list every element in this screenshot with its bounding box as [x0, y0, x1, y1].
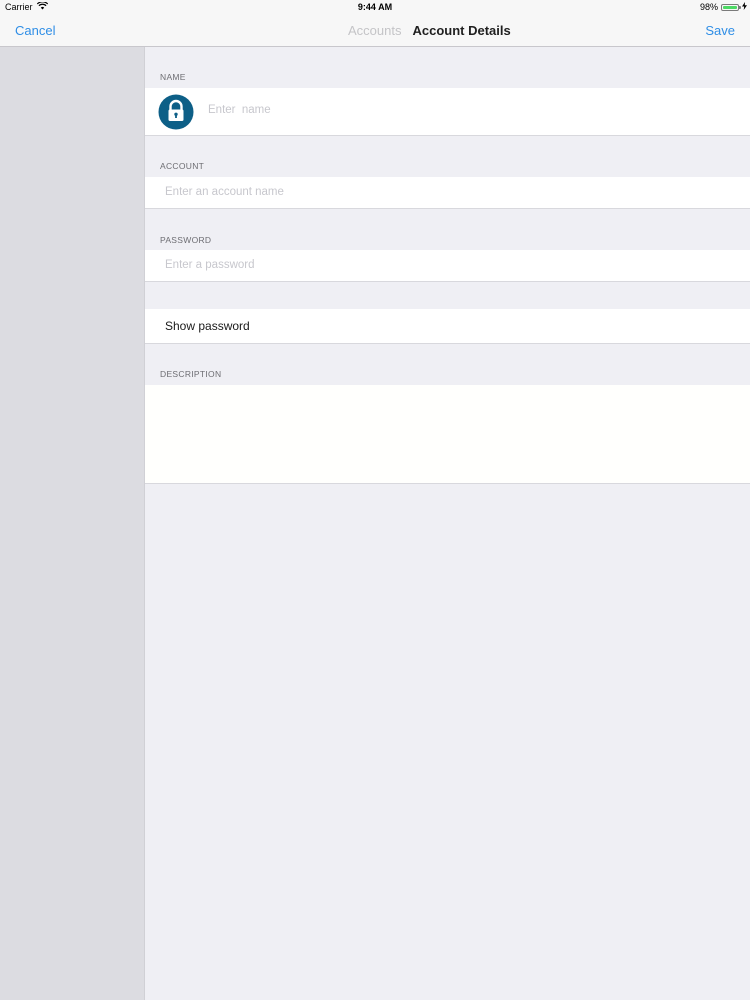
password-section-header: PASSWORD — [160, 235, 212, 245]
master-pane — [0, 47, 145, 1000]
account-cell — [145, 177, 750, 209]
show-password-cell[interactable]: Show password — [145, 309, 750, 344]
app-screen: Carrier 9:44 AM 98% Cancel Accounts Acco… — [0, 0, 750, 1000]
page-title: Account Details — [412, 23, 511, 38]
password-input[interactable] — [165, 259, 725, 271]
description-cell — [145, 385, 750, 484]
lock-icon — [158, 94, 194, 130]
description-textarea[interactable] — [145, 385, 750, 483]
name-cell — [145, 88, 750, 136]
cancel-button[interactable]: Cancel — [15, 23, 55, 38]
accounts-back-title[interactable]: Accounts — [348, 23, 401, 38]
detail-pane: NAME ACCOUNT PASSWORD Sho — [145, 47, 750, 1000]
name-input[interactable] — [208, 104, 728, 116]
status-time: 9:44 AM — [357, 2, 393, 12]
account-section-header: ACCOUNT — [160, 161, 205, 171]
password-cell — [145, 250, 750, 282]
show-password-label: Show password — [165, 319, 250, 333]
navigation-bar: Cancel Accounts Account Details Save — [0, 14, 750, 47]
charging-icon — [742, 2, 747, 12]
name-section-header: NAME — [160, 72, 186, 82]
battery-percent: 98% — [699, 2, 718, 12]
account-input[interactable] — [165, 186, 725, 198]
battery-icon — [721, 3, 741, 11]
nav-titles: Accounts Account Details — [348, 23, 511, 38]
description-section-header: DESCRIPTION — [160, 369, 222, 379]
status-bar: Carrier 9:44 AM 98% — [0, 0, 750, 14]
battery-level-fill — [723, 5, 737, 9]
status-right: 98% — [700, 2, 747, 12]
save-button[interactable]: Save — [705, 23, 735, 38]
battery-cap — [739, 5, 741, 9]
